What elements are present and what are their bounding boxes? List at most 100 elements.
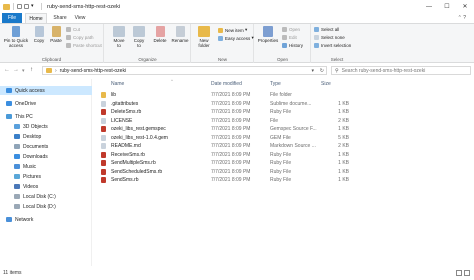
column-type[interactable]: Type — [270, 79, 318, 89]
chevron-down-icon[interactable]: ▾ — [31, 4, 36, 9]
large-icons-view-icon[interactable] — [464, 270, 470, 276]
properties-button[interactable]: Properties — [257, 26, 279, 43]
scissors-icon — [66, 27, 71, 32]
file-size: 2 KB — [338, 117, 349, 124]
rename-label: Rename — [171, 38, 189, 43]
file-size: 1 KB — [338, 177, 349, 183]
tab-view[interactable]: View — [71, 13, 89, 23]
nav-documents[interactable]: Documents — [0, 142, 48, 151]
nav-pictures[interactable]: Pictures — [0, 172, 41, 181]
nav-3d-objects[interactable]: 3D Objects — [0, 122, 48, 131]
nav-label: Network — [15, 216, 34, 223]
cut-button[interactable]: Cut — [66, 27, 80, 32]
pin-label: Pin to Quick access — [3, 38, 29, 48]
nav-local-disk-c[interactable]: Local Disk (C:) — [0, 192, 56, 201]
tab-share[interactable]: Share — [50, 13, 70, 23]
invert-selection-button[interactable]: Invert selection — [314, 43, 351, 48]
nav-videos[interactable]: Videos — [0, 182, 38, 191]
minimize-button[interactable]: — — [420, 0, 438, 13]
file-row[interactable]: ReceiveSms.rb 7/7/2021 8:09 PM Ruby File 1 … — [96, 151, 366, 160]
cube-icon — [14, 124, 20, 129]
select-none-button[interactable]: Select none — [314, 35, 345, 40]
file-row[interactable]: .gitattributes 7/7/2021 8:09 PM Sublime do… — [96, 100, 366, 109]
divider — [41, 3, 42, 10]
nav-music[interactable]: Music — [0, 162, 36, 171]
history-button[interactable]: History — [282, 43, 303, 48]
easy-access-label: Easy access — [225, 35, 251, 41]
column-size[interactable]: Size — [321, 79, 349, 89]
copy-path-button[interactable]: Copy path — [66, 35, 94, 40]
tab-home[interactable]: Home — [25, 13, 47, 23]
tab-file[interactable]: File — [2, 13, 22, 23]
file-row[interactable]: SendSms.rb 7/7/2021 8:09 PM Ruby File 1 KB — [96, 176, 366, 185]
nav-desktop[interactable]: Desktop — [0, 132, 41, 141]
copy-to-button[interactable]: Copy to — [132, 26, 146, 48]
invert-selection-icon — [314, 43, 319, 48]
copy-button[interactable]: Copy — [32, 26, 46, 43]
select-all-button[interactable]: Select all — [314, 27, 339, 32]
file-row[interactable]: lib 7/7/2021 8:09 PM File folder — [96, 91, 366, 100]
file-row[interactable]: LICENSE 7/7/2021 8:09 PM File 2 KB — [96, 117, 366, 126]
file-row[interactable]: SendScheduledSms.rb 7/7/2021 8:09 PM Ruby … — [96, 168, 366, 177]
back-icon[interactable]: ← — [4, 67, 10, 73]
file-row[interactable]: ozeki_libs_rest-1.0.4.gem 7/7/2021 8:09 P… — [96, 134, 366, 143]
sort-up-icon: ^ — [171, 78, 173, 83]
pin-icon — [12, 26, 20, 37]
nav-quick-access[interactable]: Quick access — [0, 86, 92, 95]
file-name: SendMultipleSms.rb — [111, 160, 156, 166]
open-button[interactable]: Open — [282, 27, 300, 32]
refresh-icon[interactable]: ↻ — [320, 68, 324, 74]
new-item-button[interactable]: New item ▾ — [218, 27, 247, 33]
properties-icon[interactable] — [17, 4, 22, 9]
easy-access-button[interactable]: Easy access ▾ — [218, 35, 254, 41]
nav-onedrive[interactable]: OneDrive — [0, 99, 36, 108]
chevron-down-icon[interactable]: ▾ — [311, 68, 314, 74]
address-path: ruby-send-sms-http-rest-ozeki — [59, 67, 127, 74]
column-name[interactable]: Name ^ — [111, 78, 206, 89]
paste-button[interactable]: Paste — [49, 26, 63, 43]
folder-icon — [3, 3, 10, 10]
file-date: 7/7/2021 8:09 PM — [211, 109, 251, 115]
drive-icon — [14, 194, 20, 199]
nav-label: OneDrive — [15, 100, 37, 107]
details-view-icon[interactable] — [456, 270, 462, 276]
close-button[interactable]: ✕ — [456, 0, 474, 13]
file-row[interactable]: ozeki_libs_rest.gemspec 7/7/2021 8:09 PM G… — [96, 125, 366, 134]
delete-button[interactable]: Delete — [152, 26, 168, 43]
ruby-file-icon — [101, 168, 106, 175]
move-to-button[interactable]: Move to — [112, 26, 126, 48]
file-row[interactable]: DeleteSms.rb 7/7/2021 8:09 PM Ruby File 1 K… — [96, 108, 366, 117]
nav-label: This PC — [15, 113, 33, 120]
divider — [13, 3, 14, 10]
chevron-down-icon: ▾ — [250, 35, 254, 40]
rename-button[interactable]: Rename — [171, 26, 189, 43]
nav-this-pc[interactable]: This PC — [0, 112, 33, 121]
search-input[interactable]: ⚲ Search ruby-send-sms-http-rest-ozeki — [331, 66, 471, 75]
easy-access-icon — [218, 35, 223, 41]
nav-local-disk-d[interactable]: Local Disk (D:) — [0, 202, 56, 211]
address-field[interactable]: › ruby-send-sms-http-rest-ozeki ▾ ↻ — [42, 66, 327, 75]
forward-icon[interactable]: → — [13, 67, 19, 73]
file-name: DeleteSms.rb — [111, 109, 142, 115]
column-date[interactable]: Date modified — [211, 79, 266, 89]
chevron-down-icon[interactable]: ▾ — [22, 68, 25, 74]
pin-button[interactable]: Pin to Quick access — [3, 26, 29, 48]
delete-icon — [155, 26, 165, 37]
paste-shortcut-button[interactable]: Paste shortcut — [66, 43, 102, 48]
file-row[interactable]: README.md 7/7/2021 8:09 PM Markdown Source… — [96, 142, 366, 151]
help-icon[interactable]: ⌃ ? — [458, 15, 466, 21]
nav-label: 3D Objects — [23, 123, 48, 130]
history-label: History — [289, 43, 304, 48]
file-date: 7/7/2021 8:09 PM — [211, 143, 251, 149]
maximize-button[interactable]: ☐ — [438, 0, 456, 13]
new-folder-button[interactable]: New folder — [195, 26, 213, 48]
nav-downloads[interactable]: Downloads — [0, 152, 48, 161]
new-folder-icon[interactable] — [24, 4, 29, 9]
up-icon[interactable]: ↑ — [30, 67, 33, 73]
nav-network[interactable]: Network — [0, 215, 33, 224]
edit-button[interactable]: Edit — [282, 35, 297, 40]
file-name: ozeki_libs_rest.gemspec — [111, 126, 166, 132]
ribbon: Pin to Quick access Copy Paste Cut Copy … — [0, 23, 474, 63]
file-row[interactable]: SendMultipleSms.rb 7/7/2021 8:09 PM Ruby F… — [96, 159, 366, 168]
ribbon-tabs: File Home Share View ⌃ ? — [0, 13, 474, 23]
